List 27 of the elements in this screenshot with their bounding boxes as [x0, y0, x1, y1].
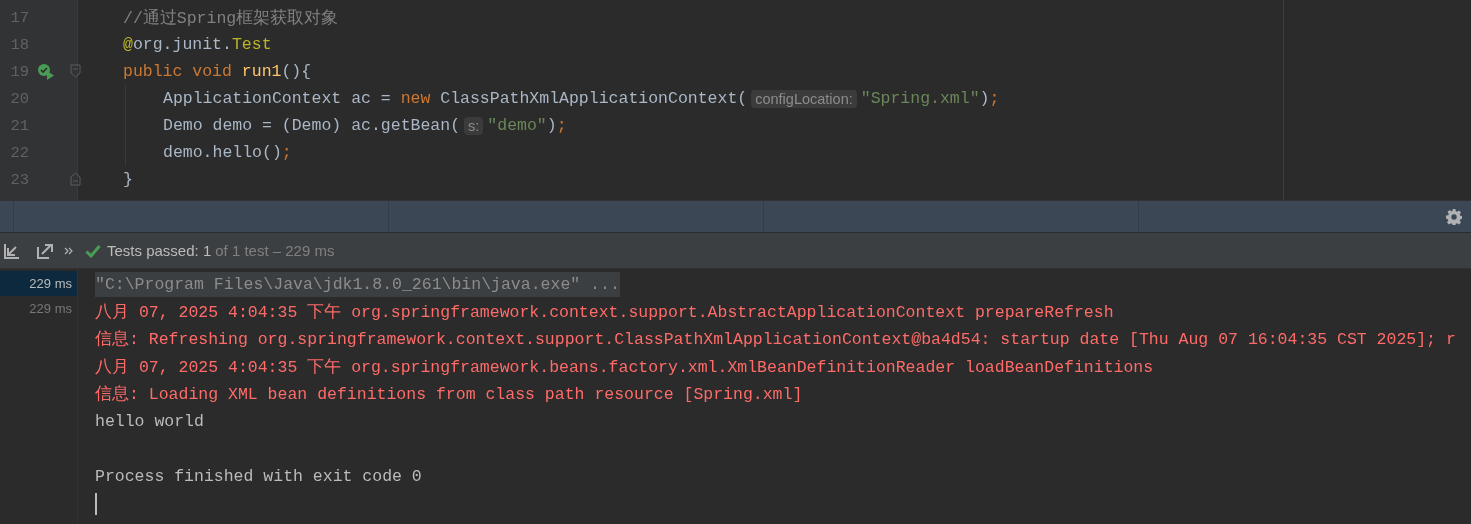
code-text: //通过Spring框架获取对象 [123, 7, 339, 29]
console-line: 信息: Loading XML bean definitions from class path resource [Spring.xml] [95, 384, 803, 406]
text-cursor [95, 492, 97, 515]
parameter-hint: s: [464, 116, 484, 135]
console-line: 信息: Refreshing org.springframework.context.support.ClassPathXmlApplicationContext@ba4d54: startup date [Thu Aug 07 16:04:35 CST 2025]; r [95, 329, 1456, 351]
double-chevron-icon[interactable] [64, 246, 73, 255]
code-text: "Spring.xml"); [860, 89, 1000, 108]
console-line: 八月 07, 2025 4:04:35 下午 org.springframework.context.support.AbstractApplicationContext prepareRefresh [95, 302, 1114, 324]
code-text: @org.junit.Test [123, 35, 272, 54]
export-icon[interactable] [37, 242, 54, 259]
import-icon[interactable] [4, 242, 20, 259]
settings-icon[interactable] [1446, 208, 1462, 225]
test-summary: of 1 test – 229 ms [215, 242, 335, 259]
code-text: Demo demo = (Demo) ac.getBean( [163, 116, 461, 135]
run-test-icon[interactable] [37, 63, 55, 80]
code-text: "demo"); [487, 116, 567, 135]
code-text: demo.hello(); [163, 143, 292, 162]
code-text: public void run1(){ [123, 62, 312, 81]
code-text: } [123, 170, 133, 189]
check-icon [85, 243, 101, 258]
console-line: Process finished with exit code 0 [95, 466, 422, 486]
console-line: 八月 07, 2025 4:04:35 下午 org.springframework.beans.factory.xml.XmlBeanDefinitionReader loadBeanDefinitions [95, 356, 1154, 378]
parameter-hint: configLocation: [751, 89, 857, 108]
test-status: Tests passed: 1 [107, 242, 212, 259]
code-text: ApplicationContext ac = new ClassPathXmlApplicationContext( [163, 89, 748, 108]
console-line: hello world [95, 412, 204, 432]
test-duration[interactable]: 229 ms [0, 271, 77, 296]
